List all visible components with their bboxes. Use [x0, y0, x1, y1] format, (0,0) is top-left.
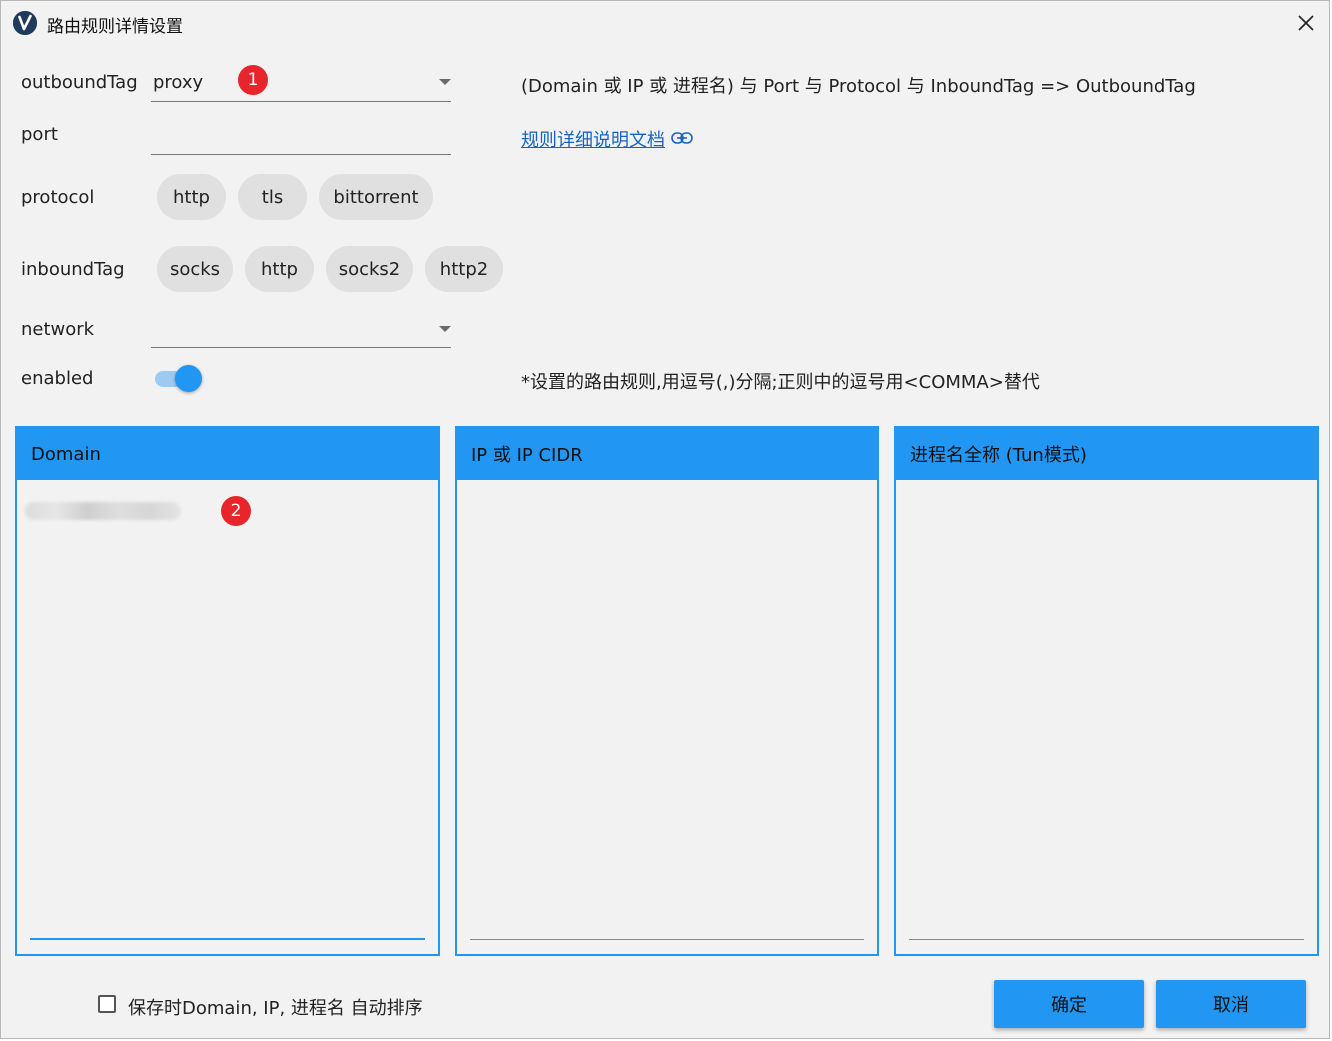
outbound-tag-label: outboundTag: [21, 72, 138, 93]
protocol-label: protocol: [21, 187, 95, 208]
inbound-chip-socks2[interactable]: socks2: [326, 246, 413, 292]
annotation-badge-1: 1: [238, 65, 268, 95]
toggle-thumb: [175, 365, 202, 392]
rule-formula-text: (Domain 或 IP 或 进程名) 与 Port 与 Protocol 与 …: [521, 76, 1196, 97]
title-bar: 路由规则详情设置: [1, 1, 1329, 45]
redacted-domain-entry: [25, 502, 181, 520]
enabled-label: enabled: [21, 368, 94, 389]
port-underline: [151, 154, 451, 155]
auto-sort-label: 保存时Domain, IP, 进程名 自动排序: [128, 998, 423, 1019]
port-label: port: [21, 124, 58, 145]
protocol-chip-tls[interactable]: tls: [238, 174, 307, 220]
outbound-tag-underline: [151, 101, 451, 102]
protocol-chip-bittorrent[interactable]: bittorrent: [319, 174, 433, 220]
process-textarea-underline: [909, 939, 1304, 940]
close-icon: [1298, 15, 1314, 31]
domain-panel-header: Domain: [17, 428, 438, 480]
protocol-chip-http[interactable]: http: [157, 174, 226, 220]
ip-textarea-underline: [470, 939, 864, 940]
confirm-button[interactable]: 确定: [994, 980, 1144, 1028]
rule-hint-text: *设置的路由规则,用逗号(,)分隔;正则中的逗号用<COMMA>替代: [521, 372, 1040, 393]
domain-textarea-underline: [30, 938, 425, 940]
link-icon: [671, 128, 693, 149]
inbound-chip-socks[interactable]: socks: [157, 246, 233, 292]
enabled-toggle[interactable]: [155, 365, 203, 392]
chevron-down-icon: [439, 326, 451, 332]
app-logo-icon: [13, 11, 37, 35]
route-rule-dialog: 路由规则详情设置 outboundTag proxy 1 (Domain 或 I…: [0, 0, 1330, 1039]
outbound-tag-select[interactable]: proxy: [151, 61, 451, 103]
ip-textarea[interactable]: [457, 480, 877, 954]
chevron-down-icon: [439, 79, 451, 85]
inbound-chip-http2[interactable]: http2: [425, 246, 503, 292]
inbound-chip-http[interactable]: http: [245, 246, 314, 292]
domain-textarea[interactable]: [17, 480, 438, 954]
process-panel-header: 进程名全称 (Tun模式): [896, 428, 1317, 480]
ip-panel: IP 或 IP CIDR: [455, 426, 879, 956]
network-underline: [151, 347, 451, 348]
network-select[interactable]: [151, 307, 451, 349]
process-textarea[interactable]: [896, 480, 1317, 954]
process-panel: 进程名全称 (Tun模式): [894, 426, 1319, 956]
annotation-badge-2: 2: [221, 496, 251, 526]
network-label: network: [21, 319, 95, 340]
close-button[interactable]: [1283, 1, 1329, 45]
cancel-button[interactable]: 取消: [1156, 980, 1306, 1028]
port-input[interactable]: [151, 113, 451, 155]
rule-doc-link[interactable]: 规则详细说明文档: [521, 126, 693, 152]
rule-doc-link-text: 规则详细说明文档: [521, 130, 665, 151]
outbound-tag-value: proxy: [153, 72, 204, 93]
window-title: 路由规则详情设置: [47, 17, 183, 37]
auto-sort-checkbox[interactable]: [98, 995, 116, 1013]
inbound-tag-label: inboundTag: [21, 259, 125, 280]
ip-panel-header: IP 或 IP CIDR: [457, 428, 877, 480]
